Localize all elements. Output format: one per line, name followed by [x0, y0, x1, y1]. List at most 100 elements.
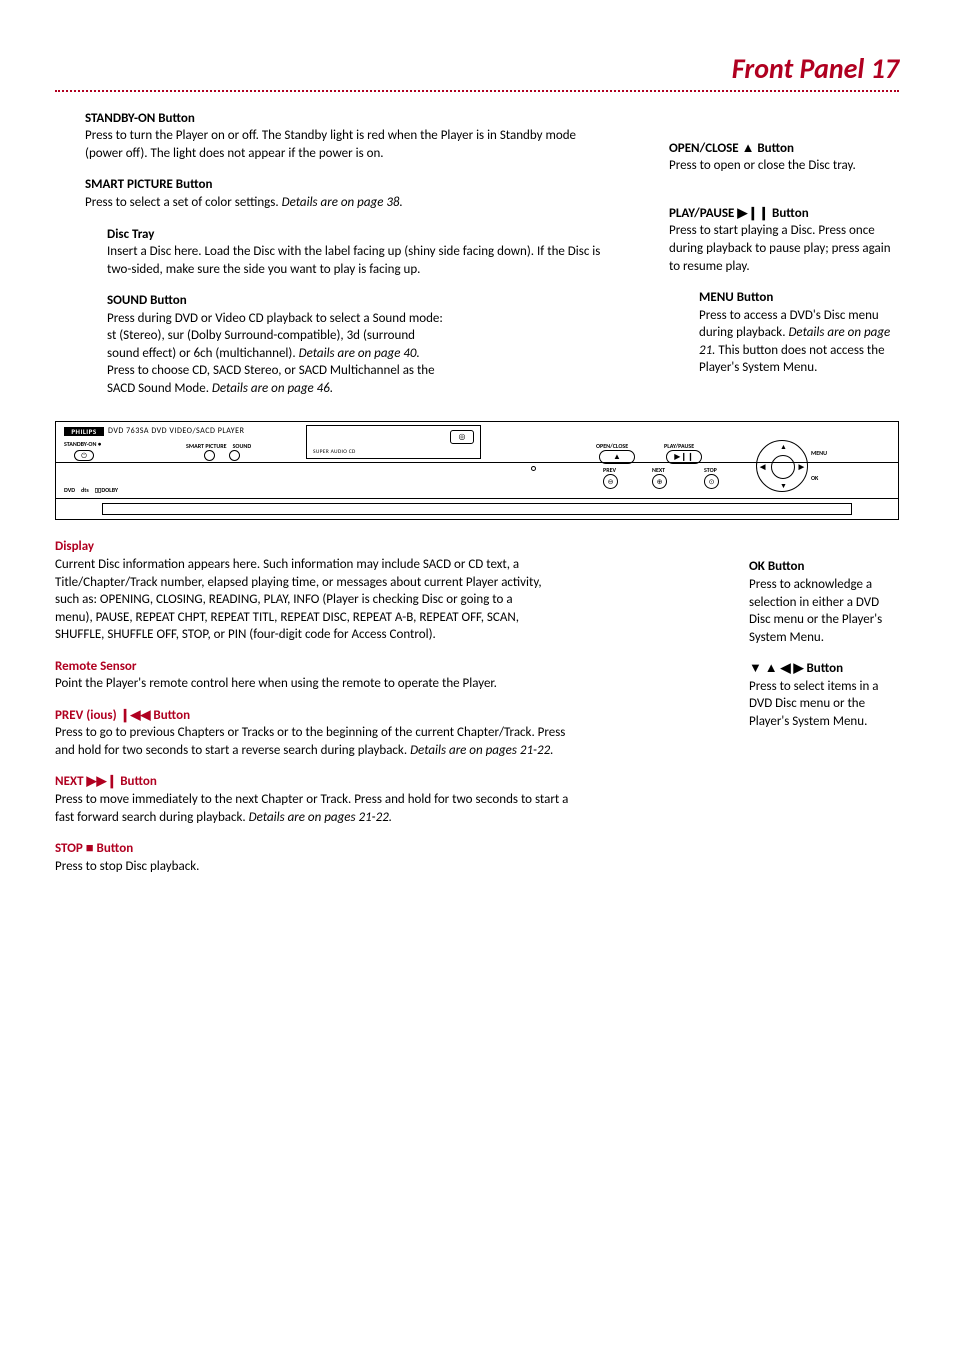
disc-icon: ◎ [450, 430, 474, 444]
disc-tray-diag: ◎ SUPER AUDIO CD [306, 425, 481, 459]
prev-detail: Details are on pages 21-22. [410, 743, 553, 758]
smart-picture-diag-btn [204, 450, 215, 461]
stop-icon: ⊙ [704, 474, 719, 489]
dts-logo-icon: dts [81, 486, 89, 494]
display-heading: Display [55, 538, 719, 556]
arrows-block: ▼ ▲ ◀ ▶ Button Press to select items in … [749, 660, 899, 730]
play-pause-diag-label: PLAY/PAUSE [664, 442, 694, 450]
up-arrow-icon: ▲ [780, 442, 787, 451]
down-arrow-icon: ▼ [780, 481, 787, 490]
arrows-body: Press to select items in a DVD Disc menu… [749, 678, 899, 731]
ok-body: Press to acknowledge a selection in eith… [749, 576, 899, 646]
ok-diag-label: OK [811, 474, 818, 482]
next-icon: ⊕ [652, 474, 667, 489]
remote-sensor-dot [531, 466, 536, 471]
brand-logo: PHILIPS [64, 427, 104, 436]
lower-left-col: Display Current Disc information appears… [55, 538, 719, 889]
smart-picture-text: Press to select a set of color settings. [85, 195, 282, 210]
sound-block: SOUND Button Press during DVD or Video C… [107, 292, 447, 397]
power-icon: ⏻ [74, 450, 94, 461]
device-diagram: PHILIPS DVD 763SA DVD VIDEO/SACD PLAYER … [55, 421, 899, 520]
sound-detail1: Details are on page 40. [299, 346, 420, 361]
sound-detail2: Details are on page 46. [212, 381, 333, 396]
left-arrow-icon: ◀ [760, 462, 765, 471]
menu-body: Press to access a DVD's Disc menu during… [699, 307, 899, 377]
sound-body: Press during DVD or Video CD playback to… [107, 310, 447, 398]
sound-diag-label: SOUND [233, 442, 252, 450]
open-close-body: Press to open or close the Disc tray. [669, 157, 899, 175]
stop-heading: STOP ■ Button [55, 840, 719, 858]
lower-right-col: OK Button Press to acknowledge a selecti… [749, 538, 899, 889]
display-strip [55, 498, 899, 520]
smart-picture-detail: Details are on page 38. [282, 195, 403, 210]
play-pause-body: Press to start playing a Disc. Press onc… [669, 222, 899, 275]
sp-sound-buttons [204, 450, 240, 461]
menu-diag-label: MENU [811, 449, 827, 457]
format-logos: DVD dts ▯▯DOLBY [64, 486, 118, 494]
arrows-heading: ▼ ▲ ◀ ▶ Button [749, 660, 899, 678]
open-close-diag-label: OPEN/CLOSE [596, 442, 628, 450]
prev-icon: ⊖ [603, 474, 618, 489]
divider [55, 90, 899, 92]
display-body: Current Disc information appears here. S… [55, 556, 545, 644]
prev-block: PREV (ious) ❙◀◀ Button Press to go to pr… [55, 707, 719, 760]
stop-block: STOP ■ Button Press to stop Disc playbac… [55, 840, 719, 875]
eject-icon: ▲ [599, 450, 635, 464]
upper-right-col: OPEN/CLOSE ▲ Button Press to open or clo… [669, 110, 899, 412]
next-detail: Details are on pages 21-22. [249, 810, 392, 825]
display-inner [102, 503, 852, 515]
sound-heading: SOUND Button [107, 292, 447, 310]
prev-diag-label: PREV [603, 466, 616, 474]
dpad-center [771, 455, 795, 479]
disc-tray-block: Disc Tray Insert a Disc here. Load the D… [107, 226, 609, 279]
brand-row: PHILIPS DVD 763SA DVD VIDEO/SACD PLAYER [64, 426, 244, 437]
standby-body: Press to turn the Player on or off. The … [85, 127, 609, 162]
right-arrow-icon: ▶ [799, 462, 804, 471]
standby-block: STANDBY-ON Button Press to turn the Play… [85, 110, 609, 163]
device-body: PHILIPS DVD 763SA DVD VIDEO/SACD PLAYER … [55, 421, 899, 499]
play-pause-icon: ▶❙❙ [666, 450, 702, 464]
title-text: Front Panel [732, 51, 864, 86]
standby-heading: STANDBY-ON Button [85, 110, 609, 128]
sacd-diag-label: SUPER AUDIO CD [313, 449, 356, 456]
open-close-heading: OPEN/CLOSE ▲ Button [669, 140, 899, 158]
ok-block: OK Button Press to acknowledge a selecti… [749, 558, 899, 646]
display-block: Display Current Disc information appears… [55, 538, 719, 643]
sp-sound-labels: SMART PICTURE SOUND [186, 442, 251, 450]
disc-tray-heading: Disc Tray [107, 226, 609, 244]
menu-block: MENU Button Press to access a DVD's Disc… [669, 289, 899, 377]
remote-body: Point the Player's remote control here w… [55, 675, 545, 693]
dolby-logo-icon: ▯▯DOLBY [95, 486, 118, 494]
standby-diag-label: STANDBY-ON ● [64, 440, 101, 448]
open-close-block: OPEN/CLOSE ▲ Button Press to open or clo… [669, 140, 899, 175]
smart-picture-body: Press to select a set of color settings.… [85, 194, 609, 212]
disc-tray-body: Insert a Disc here. Load the Disc with t… [107, 243, 609, 278]
dpad-ring: ▲ ▼ ◀ ▶ [756, 440, 808, 492]
prev-body: Press to go to previous Chapters or Trac… [55, 724, 585, 759]
brand-model: DVD 763SA DVD VIDEO/SACD PLAYER [108, 426, 244, 437]
menu-heading: MENU Button [699, 289, 899, 307]
stop-body: Press to stop Disc playback. [55, 858, 719, 876]
lower-section: Display Current Disc information appears… [55, 538, 899, 889]
smart-picture-heading: SMART PICTURE Button [85, 176, 609, 194]
upper-left-col: STANDBY-ON Button Press to turn the Play… [85, 110, 609, 412]
page-title: Front Panel 17 [55, 50, 899, 88]
smart-picture-diag-label: SMART PICTURE [186, 442, 227, 450]
remote-heading: Remote Sensor [55, 658, 719, 676]
page-number: 17 [871, 51, 899, 86]
next-diag-label: NEXT [652, 466, 665, 474]
next-heading: NEXT ▶▶❙ Button [55, 773, 719, 791]
menu-text2: This button does not access the Player's… [699, 343, 885, 376]
ok-heading: OK Button [749, 558, 899, 576]
remote-sensor-block: Remote Sensor Point the Player's remote … [55, 658, 719, 693]
upper-section: STANDBY-ON Button Press to turn the Play… [55, 110, 899, 412]
next-body: Press to move immediately to the next Ch… [55, 791, 585, 826]
sound-diag-btn [229, 450, 240, 461]
play-pause-block: PLAY/PAUSE ▶❙❙ Button Press to start pla… [669, 205, 899, 275]
prev-heading: PREV (ious) ❙◀◀ Button [55, 707, 719, 725]
stop-diag-label: STOP [704, 466, 717, 474]
smart-picture-block: SMART PICTURE Button Press to select a s… [85, 176, 609, 211]
next-block: NEXT ▶▶❙ Button Press to move immediatel… [55, 773, 719, 826]
indented-group: Disc Tray Insert a Disc here. Load the D… [85, 226, 609, 398]
play-pause-heading: PLAY/PAUSE ▶❙❙ Button [669, 205, 899, 223]
